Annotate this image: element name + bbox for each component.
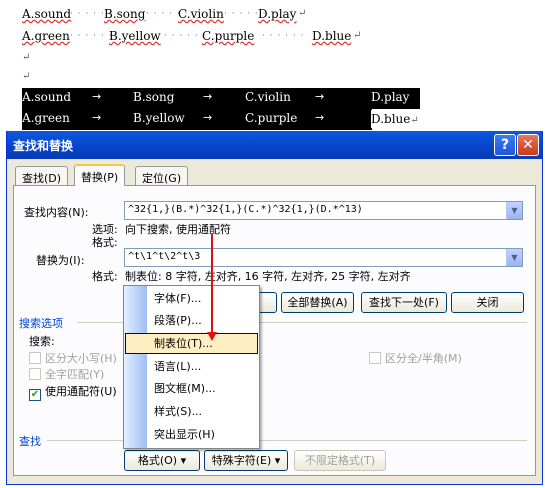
options-value: 向下搜索, 使用通配符 xyxy=(125,223,231,236)
tab-goto[interactable]: 定位(G) xyxy=(135,166,189,186)
checkbox-box xyxy=(29,352,41,364)
special-characters-button[interactable]: 特殊字符(E) ▾ xyxy=(204,450,288,471)
menu-item-highlight[interactable]: 突出显示(H) xyxy=(125,424,258,445)
close-icon[interactable]: ✕ xyxy=(517,134,539,156)
doc-line-1: A.sound · · · · · · B.song · · · · · · C… xyxy=(22,5,322,23)
menu-item-tabs[interactable]: 制表位(T)... xyxy=(125,333,258,354)
paragraph-mark-icon: ↵ xyxy=(298,8,307,19)
tab-arrow-icon: → xyxy=(315,111,325,124)
checkbox-box xyxy=(29,368,41,380)
doc-dots: · · · · · · xyxy=(164,31,207,41)
doc-word: A.sound xyxy=(22,7,72,21)
selected-line-2[interactable]: A.green → B.yellow → C.purple → xyxy=(22,109,372,130)
menu-item-language[interactable]: 语言(L)... xyxy=(125,356,258,377)
format-dropdown-button[interactable]: 格式(O) ▾ xyxy=(124,450,200,471)
doc-word: D.play xyxy=(371,90,410,104)
doc-word: D.blue↵ xyxy=(371,110,419,128)
replace-label: 替换为(I): xyxy=(36,254,85,267)
doc-word: B.yellow xyxy=(109,29,161,43)
match-case-label: 区分大小写(H) xyxy=(45,352,117,365)
find-section-heading: 查找 xyxy=(19,435,41,448)
dialog-title: 查找和替换 xyxy=(13,139,74,153)
find-input[interactable]: ^32{1,}(B.*)^32{1,}(C.*)^32{1,}(D.*^13) … xyxy=(124,201,523,220)
no-formatting-button: 不限定格式(T) xyxy=(294,450,386,471)
tab-arrow-icon: → xyxy=(203,111,213,124)
find-label: 查找内容(N): xyxy=(24,206,89,219)
doc-word: B.song xyxy=(104,7,146,21)
doc-word: D.blue xyxy=(312,29,352,43)
annotation-arrow-head-icon xyxy=(207,332,217,341)
menu-item-font[interactable]: 字体(F)... xyxy=(125,288,258,309)
doc-word: C.purple xyxy=(245,111,298,125)
menu-item-style[interactable]: 样式(S)... xyxy=(125,401,258,422)
doc-word: A.sound xyxy=(22,90,72,104)
match-case-checkbox[interactable]: 区分大小写(H) xyxy=(29,350,117,366)
doc-word: B.yellow xyxy=(133,111,185,125)
selected-line-1[interactable]: A.sound → B.song → C.violin → D.play xyxy=(22,88,420,109)
checkmark-icon: ✔ xyxy=(29,389,41,401)
whole-word-label: 全字匹配(Y) xyxy=(45,368,105,381)
wildcards-label: 使用通配符(U) xyxy=(45,385,117,398)
doc-word: C.violin xyxy=(245,90,291,104)
format-label: 格式: xyxy=(92,236,118,249)
find-replace-dialog: 查找和替换 ? ✕ 查找(D) 替换(P) 定位(G) 查找内容(N): ^32… xyxy=(6,131,543,485)
doc-word: A.green xyxy=(22,29,70,43)
divider xyxy=(47,440,527,441)
doc-word: A.green xyxy=(22,111,70,125)
doc-word: B.song xyxy=(133,90,175,104)
dialog-titlebar[interactable]: 查找和替换 ? ✕ xyxy=(7,131,542,159)
paragraph-mark-icon: ↵ xyxy=(410,115,419,126)
doc-word: C.violin xyxy=(178,7,224,21)
tab-arrow-icon: → xyxy=(92,111,102,124)
help-button[interactable]: ? xyxy=(494,134,516,156)
full-half-width-label: 区分全/半角(M) xyxy=(385,352,462,365)
format-menu: 字体(F)... 段落(P)... 制表位(T)... 语言(L)... 图文框… xyxy=(123,285,260,449)
checkbox-box xyxy=(369,352,381,364)
menu-item-frame[interactable]: 图文框(M)... xyxy=(125,378,258,399)
menu-item-paragraph[interactable]: 段落(P)... xyxy=(125,310,258,331)
chevron-down-icon[interactable]: ▼ xyxy=(506,202,522,219)
doc-word-text: D.blue xyxy=(371,112,411,126)
tab-replace[interactable]: 替换(P) xyxy=(74,164,126,186)
replace-input-value: ^t\1^t\2^t\3 xyxy=(128,251,201,262)
replace-all-button[interactable]: 全部替换(A) xyxy=(281,292,354,313)
find-next-button[interactable]: 查找下一处(F) xyxy=(361,292,447,313)
search-label: 搜索: xyxy=(29,335,55,348)
search-options-heading: 搜索选项 xyxy=(19,317,63,330)
paragraph-mark-icon: ↵ xyxy=(353,30,362,41)
doc-line-2: A.green · · · · · · B.yellow · · · · · ·… xyxy=(22,27,382,45)
tab-arrow-icon: → xyxy=(203,90,213,103)
replace-format-value: 制表位: 8 字符, 左对齐, 16 字符, 左对齐, 25 字符, 左对齐 xyxy=(125,270,411,283)
full-half-width-checkbox[interactable]: 区分全/半角(M) xyxy=(369,350,462,366)
whole-word-checkbox[interactable]: 全字匹配(Y) xyxy=(29,366,104,382)
document-area: A.sound · · · · · · B.song · · · · · · C… xyxy=(0,0,545,130)
tab-arrow-icon: → xyxy=(315,90,325,103)
find-input-value: ^32{1,}(B.*)^32{1,}(C.*)^32{1,}(D.*^13) xyxy=(128,204,363,215)
replace-format-label: 格式: xyxy=(92,270,118,283)
replace-input[interactable]: ^t\1^t\2^t\3 ▼ xyxy=(124,248,523,267)
close-button[interactable]: 关闭 xyxy=(451,292,524,313)
doc-dots: · · · · · · xyxy=(70,31,113,41)
doc-word: D.play xyxy=(258,7,297,21)
doc-word: C.purple xyxy=(202,29,255,43)
wildcards-checkbox[interactable]: ✔ 使用通配符(U) xyxy=(29,383,117,401)
chevron-down-icon[interactable]: ▼ xyxy=(506,249,522,266)
tab-arrow-icon: → xyxy=(92,90,102,103)
paragraph-mark-icon: ↵ xyxy=(22,52,31,63)
annotation-arrow-line xyxy=(211,234,213,334)
tab-find[interactable]: 查找(D) xyxy=(15,166,69,186)
paragraph-mark-icon: ↵ xyxy=(22,71,31,82)
doc-dots: · · · · · · xyxy=(262,31,305,41)
